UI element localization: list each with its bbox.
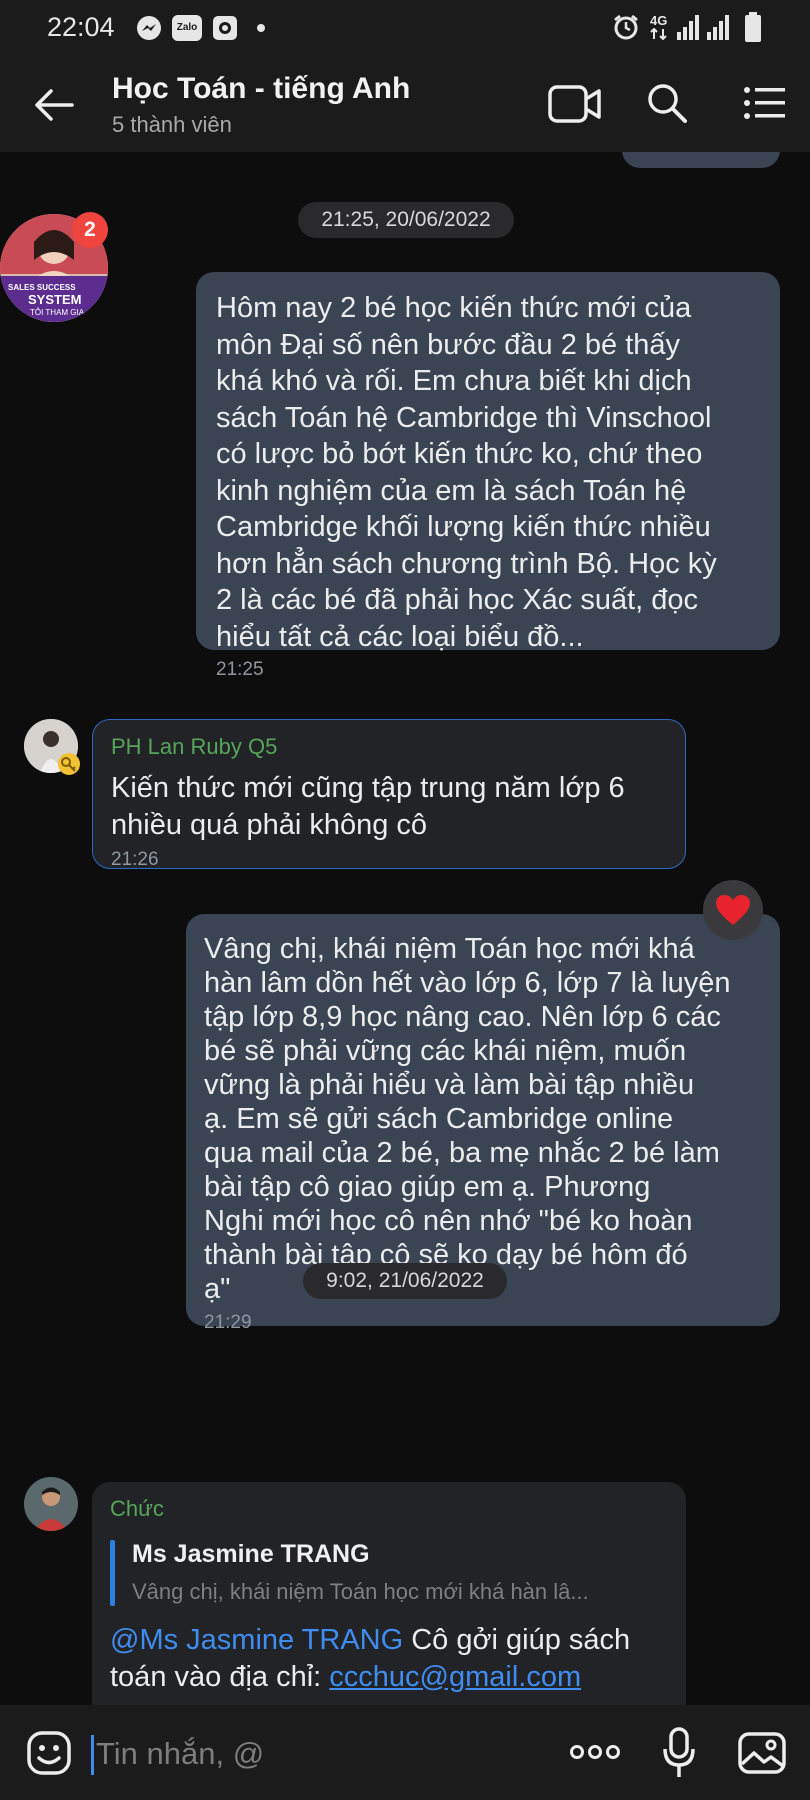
message-line: toán vào địa chỉ: ccchuc@gmail.com — [110, 1659, 668, 1696]
camera-app-icon — [213, 16, 237, 40]
network-type: 4G — [650, 13, 668, 28]
message-text-fragment: toán vào địa chỉ: — [110, 1660, 330, 1693]
mention-link[interactable]: @Ms Jasmine TRANG — [110, 1624, 403, 1656]
status-time: 22:04 — [47, 12, 115, 42]
sender-name[interactable]: PH Lan Ruby Q5 — [111, 734, 667, 760]
key-badge-icon — [58, 753, 80, 775]
message-line: nhiều quá phải không cô — [111, 808, 428, 841]
previous-message-bubble[interactable] — [622, 152, 780, 168]
message-text: Vâng chị, khái niệm Toán học mới khá hàn… — [204, 932, 764, 1306]
message-line: Vâng chị, khái niệm Toán học mới khá — [204, 933, 695, 965]
group-title[interactable]: Học Toán - tiếng Anh — [112, 72, 410, 106]
message-time: 21:26 — [111, 849, 159, 870]
messenger-icon — [137, 16, 161, 40]
message-line: sách Toán hệ Cambridge thì Vinschool — [216, 401, 712, 434]
message-line: khá khó và rối. Em chưa biết khi dịch — [216, 365, 692, 397]
message-line: hàn lâm dồn hết vào lớp 6, lớp 7 là luyệ… — [204, 967, 731, 999]
avatar-photo — [24, 1477, 78, 1531]
avatar-banner-line2: SYSTEM — [28, 292, 82, 307]
signal-icon — [677, 15, 699, 40]
avatar-banner-line3: TÔI THAM GIA — [30, 308, 85, 317]
quoted-message[interactable]: Ms Jasmine TRANG Vâng chị, khái niệm Toá… — [110, 1540, 668, 1606]
message-bubble-1[interactable]: Hôm nay 2 bé học kiến thức mới của môn Đ… — [196, 272, 780, 680]
back-arrow-icon[interactable] — [34, 88, 74, 122]
zalo-label: Zalo — [176, 22, 198, 33]
notification-dot-icon — [257, 24, 265, 32]
reaction-badge[interactable] — [703, 880, 763, 940]
message-input-bar: Tin nhắn, @ — [0, 1705, 810, 1800]
message-text-fragment: Cô gởi giúp sách — [403, 1624, 631, 1656]
microphone-icon[interactable] — [663, 1727, 695, 1779]
message-time: 21:29 — [204, 1312, 252, 1333]
date-separator: 9:02, 21/06/2022 — [303, 1263, 507, 1299]
message-time: 21:25 — [216, 659, 264, 680]
email-link[interactable]: ccchuc@gmail.com — [329, 1661, 581, 1693]
message-line: Cambridge khối lượng kiến thức nhiều — [216, 511, 711, 543]
message-line: Nghi mới học cô nên nhớ "bé ko hoàn — [204, 1205, 693, 1237]
message-list[interactable]: 21:25, 20/06/2022 SALES SUCCESS SYSTEM T… — [0, 152, 810, 1705]
chat-header: Học Toán - tiếng Anh 5 thành viên — [0, 56, 810, 152]
data-arrows-icon — [650, 28, 667, 40]
message-line: bé sẽ phải vững các khái niệm, muốn — [204, 1035, 687, 1067]
image-icon[interactable] — [738, 1732, 786, 1774]
message-line: Kiến thức mới cũng tập trung năm lớp 6 — [111, 772, 625, 804]
message-line: kinh nghiệm của em là sách Toán hệ — [216, 474, 687, 507]
message-input[interactable]: Tin nhắn, @ — [96, 1736, 264, 1772]
more-dots-icon[interactable] — [570, 1745, 620, 1759]
message-bubble-2[interactable]: PH Lan Ruby Q5 Kiến thức mới cũng tập tr… — [92, 719, 686, 870]
quote-text: Vâng chị, khái niệm Toán học mới khá hàn… — [132, 1579, 589, 1604]
member-count[interactable]: 5 thành viên — [112, 112, 232, 138]
alarm-icon — [614, 14, 638, 40]
quote-author: Ms Jasmine TRANG — [132, 1540, 370, 1568]
message-text: @Ms Jasmine TRANG Cô gởi giúp sách toán … — [110, 1622, 668, 1695]
sender-name[interactable]: Chức — [110, 1496, 668, 1522]
signal-icon-2 — [707, 15, 729, 40]
message-line: @Ms Jasmine TRANG Cô gởi giúp sách — [110, 1622, 668, 1659]
battery-icon — [745, 12, 761, 42]
message-text: Kiến thức mới cũng tập trung năm lớp 6 n… — [111, 770, 667, 843]
avatar[interactable] — [24, 1477, 78, 1531]
text-caret — [91, 1735, 94, 1775]
message-line: tập lớp 8,9 học nâng cao. Nên lớp 6 các — [204, 1001, 721, 1033]
message-line: 2 là các bé đã phải học Xác suất, đọc — [216, 584, 699, 616]
menu-icon[interactable] — [743, 86, 785, 120]
date-separator: 21:25, 20/06/2022 — [298, 202, 514, 238]
message-line: môn Đại số nên bước đầu 2 bé thấy — [216, 328, 681, 361]
zalo-icon: Zalo — [172, 15, 202, 41]
emoji-icon[interactable] — [27, 1731, 71, 1775]
status-bar: 22:04 Zalo 4G — [0, 0, 810, 56]
heart-icon — [716, 895, 750, 925]
message-text: Hôm nay 2 bé học kiến thức mới của môn Đ… — [216, 290, 762, 655]
message-bubble-4[interactable]: Chức Ms Jasmine TRANG Vâng chị, khái niệ… — [92, 1482, 686, 1705]
message-line: qua mail của 2 bé, ba mẹ nhắc 2 bé làm — [204, 1137, 720, 1169]
avatar-banner-line1: SALES SUCCESS — [8, 283, 76, 292]
message-line: vững là phải hiểu và làm bài tập nhiều — [204, 1069, 695, 1101]
video-call-icon[interactable] — [548, 84, 602, 124]
unread-badge: 2 — [72, 212, 108, 248]
search-icon[interactable] — [646, 82, 688, 124]
message-line: bài tập cô giao giúp em ạ. Phương — [204, 1171, 651, 1203]
message-line: Hôm nay 2 bé học kiến thức mới của — [216, 292, 692, 324]
message-line: ạ. Em sẽ gửi sách Cambridge online — [204, 1103, 674, 1135]
quote-bar — [110, 1540, 115, 1606]
message-line: có lược bỏ bớt kiến thức ko, chứ theo — [216, 438, 703, 470]
message-line: hiểu tất cả các loại biểu đồ... — [216, 620, 584, 653]
message-line: hơn hẳn sách chương trình Bộ. Học kỳ — [216, 547, 717, 580]
